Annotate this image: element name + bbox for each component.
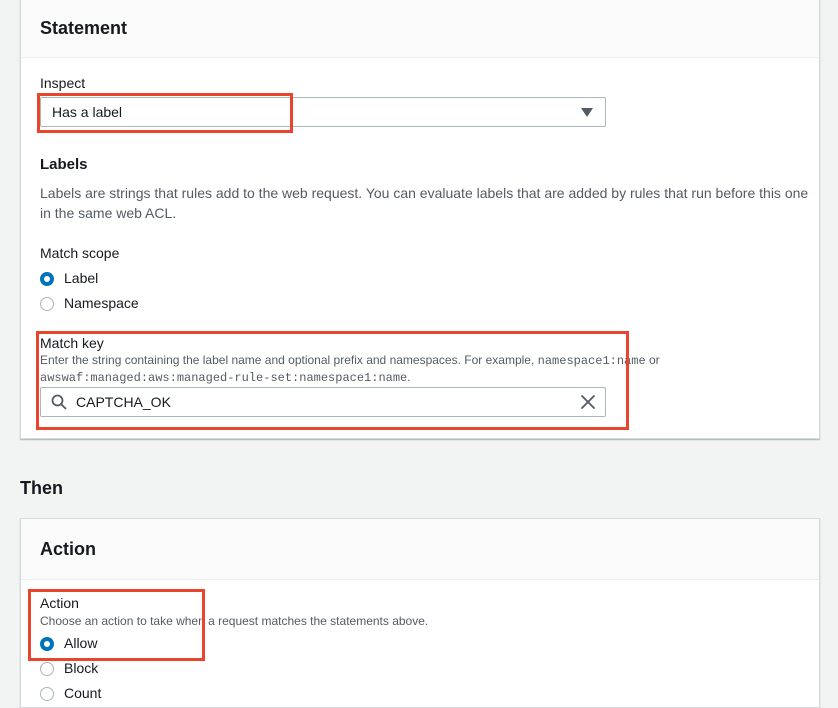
action-option-count[interactable]: Count <box>64 685 101 701</box>
match-key-description-end: . <box>407 370 411 384</box>
statement-panel: Statement Inspect Has a label Labels Lab… <box>20 0 820 439</box>
action-radio-block[interactable] <box>40 662 54 676</box>
match-key-input[interactable]: CAPTCHA_OK <box>40 387 606 417</box>
labels-heading: Labels <box>40 156 88 173</box>
inspect-select-value: Has a label <box>52 104 123 120</box>
match-key-description-or: or <box>645 353 660 367</box>
match-scope-option-label[interactable]: Label <box>64 270 98 286</box>
action-label: Action <box>40 595 79 611</box>
match-key-example-1: namespace1:name <box>537 354 646 368</box>
labels-description: Labels are strings that rules add to the… <box>40 185 809 221</box>
clear-icon[interactable] <box>581 395 595 409</box>
search-icon <box>51 394 67 410</box>
action-option-block[interactable]: Block <box>64 660 98 676</box>
match-scope-label: Match scope <box>40 245 120 261</box>
statement-panel-header: Statement <box>21 0 819 58</box>
match-key-description-prefix: Enter the string containing the label na… <box>40 353 538 367</box>
match-key-description: Enter the string containing the label na… <box>40 352 680 386</box>
action-radio-allow[interactable] <box>40 637 54 651</box>
action-description: Choose an action to take when a request … <box>40 614 429 628</box>
dropdown-caret-icon <box>581 108 593 117</box>
action-radio-count[interactable] <box>40 687 54 701</box>
statement-title: Statement <box>40 18 128 38</box>
match-scope-radio-label[interactable] <box>40 272 54 286</box>
action-option-allow[interactable]: Allow <box>64 635 97 651</box>
then-heading: Then <box>20 478 63 498</box>
match-key-label: Match key <box>40 335 104 351</box>
action-title: Action <box>40 539 96 559</box>
action-panel: Action Action Choose an action to take w… <box>20 518 820 708</box>
inspect-select[interactable]: Has a label <box>40 97 606 127</box>
match-scope-radio-namespace[interactable] <box>40 297 54 311</box>
inspect-label: Inspect <box>40 75 86 91</box>
match-key-example-2: awswaf:managed:aws:managed-rule-set:name… <box>40 371 408 385</box>
action-panel-header: Action <box>21 519 819 580</box>
match-scope-option-namespace[interactable]: Namespace <box>64 295 139 311</box>
match-key-input-value: CAPTCHA_OK <box>76 394 171 410</box>
